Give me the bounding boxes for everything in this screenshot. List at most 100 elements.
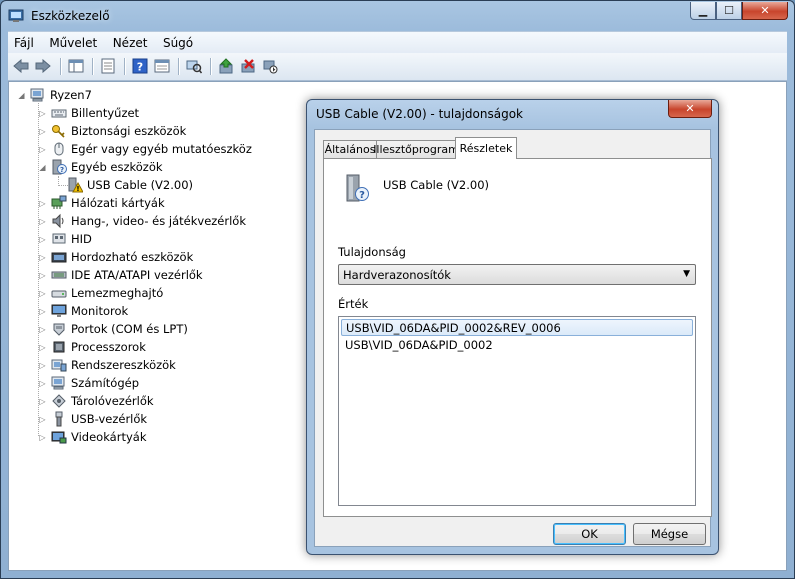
svg-text:!: !	[76, 185, 79, 193]
back-button[interactable]	[11, 57, 31, 75]
svg-text:?: ?	[137, 61, 143, 74]
menu-bar: Fájl Művelet Nézet Súgó	[8, 31, 787, 54]
tree-item-label: Monitorok	[71, 304, 129, 318]
uninstall-button[interactable]	[238, 57, 258, 75]
tree-item[interactable]: ▷ Billentyűzet	[38, 104, 139, 122]
expand-arrow-icon[interactable]: ▷	[38, 415, 47, 424]
tree-item-child[interactable]: ! USB Cable (V2.00)	[57, 176, 193, 194]
value-list[interactable]: USB\VID_06DA&PID_0002&REV_0006 USB\VID_0…	[338, 316, 696, 506]
expand-arrow-icon[interactable]: ▷	[38, 397, 47, 406]
update-driver-icon	[219, 58, 233, 74]
tree-item[interactable]: ▷ HID	[38, 230, 91, 248]
tree-item[interactable]: ◢? Egyéb eszközök	[38, 158, 163, 176]
menu-help[interactable]: Súgó	[157, 32, 199, 50]
tree-item[interactable]: ▷ Egér vagy egyéb mutatóeszköz	[38, 140, 251, 158]
title-bar[interactable]: Eszközkezelő ▁ ☐ ✕	[1, 1, 794, 31]
scan-hardware-button[interactable]	[184, 57, 204, 75]
arrow-right-icon	[35, 59, 51, 73]
dropdown-arrow-icon: ▼	[683, 269, 690, 279]
tree-item-label: USB-vezérlők	[71, 412, 148, 426]
tree-item[interactable]: ▷ Hordozható eszközök	[38, 248, 193, 266]
expand-arrow-icon[interactable]: ▷	[38, 289, 47, 298]
tree-item[interactable]: ▷ USB-vezérlők	[38, 410, 147, 428]
expand-arrow-icon[interactable]: ▷	[38, 307, 47, 316]
expand-arrow-icon[interactable]: ▷	[38, 127, 47, 136]
value-label: Érték	[338, 297, 369, 311]
forward-button[interactable]	[33, 57, 53, 75]
show-hide-tree-button[interactable]	[66, 57, 86, 75]
expand-arrow-icon[interactable]: ▷	[38, 217, 47, 226]
disable-device-button[interactable]	[260, 57, 280, 75]
tree-item[interactable]: ▷ Videokártyák	[38, 428, 146, 446]
expand-arrow-icon[interactable]: ▷	[38, 325, 47, 334]
tree-item[interactable]: ▷ Hálózati kártyák	[38, 194, 165, 212]
tree-item[interactable]: ▷ Számítógép	[38, 374, 139, 392]
tree-item-label: Hálózati kártyák	[71, 196, 165, 210]
value-item[interactable]: USB\VID_06DA&PID_0002	[341, 337, 693, 354]
hid-icon	[51, 231, 67, 247]
details-panel: ? USB Cable (V2.00) Tulajdonság Hardvera…	[323, 158, 712, 517]
menu-view[interactable]: Nézet	[107, 32, 154, 50]
property-label: Tulajdonság	[338, 245, 406, 259]
port-icon	[51, 321, 67, 337]
tree-item[interactable]: ▷ Processzorok	[38, 338, 145, 356]
ok-button[interactable]: OK	[553, 523, 626, 545]
expand-arrow-icon[interactable]: ▷	[38, 343, 47, 352]
value-item[interactable]: USB\VID_06DA&PID_0002&REV_0006	[341, 319, 693, 336]
tree-item[interactable]: ▷ Tárolóvezérlők	[38, 392, 153, 410]
tree-item[interactable]: ▷ Rendszereszközök	[38, 356, 175, 374]
menu-action[interactable]: Művelet	[43, 32, 103, 50]
expand-arrow-icon[interactable]: ▷	[38, 253, 47, 262]
cancel-button[interactable]: Mégse	[633, 523, 706, 545]
tree-root[interactable]: ◢ Ryzen7	[17, 86, 91, 104]
uninstall-icon	[241, 59, 255, 73]
expand-arrow-icon[interactable]: ▷	[38, 379, 47, 388]
expand-arrow-icon[interactable]: ▷	[38, 361, 47, 370]
tab-driver[interactable]: Illesztőprogram	[373, 140, 459, 158]
tree-item-label: Hordozható eszközök	[71, 250, 194, 264]
tree-item[interactable]: ▷ Lemezmeghajtó	[38, 284, 163, 302]
property-select[interactable]: Hardverazonosítók ▼	[338, 264, 696, 285]
tree-item[interactable]: ▷ Monitorok	[38, 302, 128, 320]
tree-item-label: IDE ATA/ATAPI vezérlők	[71, 268, 203, 282]
display-adapter-icon	[51, 429, 67, 445]
tree-item[interactable]: ▷ Biztonsági eszközök	[38, 122, 186, 140]
tab-general[interactable]: Általános	[323, 140, 377, 158]
tree-item[interactable]: ▷ IDE ATA/ATAPI vezérlők	[38, 266, 203, 284]
system-icon	[51, 357, 67, 373]
usb-icon	[51, 411, 67, 427]
maximize-button[interactable]: ☐	[716, 2, 742, 20]
warning-device-icon: !	[67, 177, 83, 193]
svg-text:?: ?	[359, 190, 365, 201]
menu-file[interactable]: Fájl	[8, 32, 40, 50]
arrow-left-icon	[13, 59, 29, 73]
update-driver-button[interactable]	[216, 57, 236, 75]
disable-device-icon	[263, 60, 278, 74]
tree-item-label: Számítógép	[71, 376, 140, 390]
tree-item[interactable]: ▷ Portok (COM és LPT)	[38, 320, 187, 338]
properties-icon	[101, 58, 115, 74]
tree-item[interactable]: ▷ Hang-, video- és játékvezérlők	[38, 212, 246, 230]
close-button[interactable]: ✕	[742, 2, 788, 20]
help-button[interactable]: ?	[130, 57, 150, 75]
storage-icon	[51, 393, 67, 409]
expand-arrow-icon[interactable]: ▷	[38, 433, 47, 442]
tree-item-label: Hang-, video- és játékvezérlők	[71, 214, 246, 228]
collapse-arrow-icon[interactable]: ◢	[38, 163, 47, 172]
help-icon: ?	[132, 58, 148, 74]
dialog-close-button[interactable]: ✕	[668, 100, 712, 118]
expand-arrow-icon[interactable]: ▷	[38, 271, 47, 280]
expand-arrow-icon[interactable]: ▷	[38, 199, 47, 208]
ide-icon	[51, 267, 67, 283]
expand-arrow-icon[interactable]: ▷	[38, 235, 47, 244]
tree-item-label: Lemezmeghajtó	[71, 286, 164, 300]
minimize-button[interactable]: ▁	[690, 2, 716, 20]
collapse-arrow-icon[interactable]: ◢	[17, 91, 26, 100]
network-icon	[51, 195, 67, 211]
tab-details[interactable]: Részletek	[455, 137, 517, 159]
view-button[interactable]	[152, 57, 172, 75]
device-manager-icon	[8, 9, 24, 22]
expand-arrow-icon[interactable]: ▷	[38, 145, 47, 154]
expand-arrow-icon[interactable]: ▷	[38, 109, 47, 118]
properties-button[interactable]	[98, 57, 118, 75]
